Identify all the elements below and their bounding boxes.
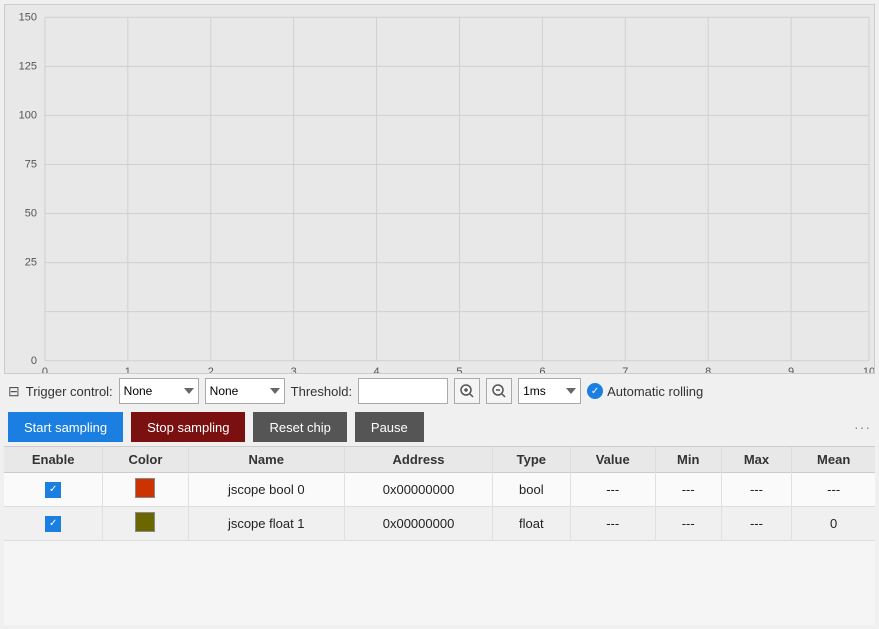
max-cell: --- bbox=[721, 473, 792, 507]
color-swatch bbox=[135, 512, 155, 532]
pause-button[interactable]: Pause bbox=[355, 412, 424, 442]
toolbar-trigger-row: ⊟ Trigger control: None None Threshold: bbox=[0, 374, 879, 408]
svg-text:50: 50 bbox=[25, 207, 37, 219]
type-cell: float bbox=[493, 507, 571, 541]
chart-area: 150 125 100 75 50 25 0 0 1 2 3 4 5 6 7 8… bbox=[4, 4, 875, 374]
svg-text:6: 6 bbox=[539, 366, 545, 373]
mean-cell: 0 bbox=[792, 507, 875, 541]
zoom-out-button[interactable] bbox=[486, 378, 512, 404]
color-cell bbox=[103, 473, 188, 507]
col-max: Max bbox=[721, 447, 792, 473]
col-mean: Mean bbox=[792, 447, 875, 473]
color-swatch bbox=[135, 478, 155, 498]
col-color: Color bbox=[103, 447, 188, 473]
table-row: ✓jscope float 10x00000000float---------0 bbox=[4, 507, 875, 541]
threshold-label: Threshold: bbox=[291, 384, 352, 399]
address-cell: 0x00000000 bbox=[345, 507, 493, 541]
col-type: Type bbox=[493, 447, 571, 473]
enable-cell[interactable]: ✓ bbox=[4, 507, 103, 541]
enable-cell[interactable]: ✓ bbox=[4, 473, 103, 507]
address-cell: 0x00000000 bbox=[345, 473, 493, 507]
time-interval-select[interactable]: 1ms 5ms 10ms 50ms 100ms bbox=[518, 378, 581, 404]
color-cell bbox=[103, 507, 188, 541]
value-cell: --- bbox=[570, 507, 655, 541]
svg-text:0: 0 bbox=[42, 366, 48, 373]
col-address: Address bbox=[345, 447, 493, 473]
auto-rolling-checkbox[interactable]: ✓ bbox=[587, 383, 603, 399]
threshold-input[interactable] bbox=[358, 378, 448, 404]
trigger-icon: ⊟ bbox=[8, 383, 20, 400]
svg-text:0: 0 bbox=[31, 355, 37, 367]
col-min: Min bbox=[655, 447, 721, 473]
reset-chip-button[interactable]: Reset chip bbox=[253, 412, 346, 442]
svg-text:10: 10 bbox=[863, 366, 874, 373]
toolbar-action-row: Start sampling Stop sampling Reset chip … bbox=[0, 408, 879, 446]
svg-text:1: 1 bbox=[125, 366, 131, 373]
svg-text:100: 100 bbox=[19, 109, 37, 121]
svg-text:9: 9 bbox=[788, 366, 794, 373]
name-cell: jscope float 1 bbox=[188, 507, 345, 541]
zoom-in-icon bbox=[460, 384, 474, 398]
svg-text:150: 150 bbox=[19, 11, 37, 23]
signal-table: Enable Color Name Address Type Value Min… bbox=[4, 447, 875, 541]
svg-text:8: 8 bbox=[705, 366, 711, 373]
stop-sampling-button[interactable]: Stop sampling bbox=[131, 412, 245, 442]
signal-table-container: Enable Color Name Address Type Value Min… bbox=[4, 446, 875, 625]
value-cell: --- bbox=[570, 473, 655, 507]
min-cell: --- bbox=[655, 473, 721, 507]
svg-text:75: 75 bbox=[25, 158, 37, 170]
min-cell: --- bbox=[655, 507, 721, 541]
row-checkbox[interactable]: ✓ bbox=[45, 516, 61, 532]
name-cell: jscope bool 0 bbox=[188, 473, 345, 507]
zoom-in-button[interactable] bbox=[454, 378, 480, 404]
max-cell: --- bbox=[721, 507, 792, 541]
table-header-row: Enable Color Name Address Type Value Min… bbox=[4, 447, 875, 473]
trigger-control-label: Trigger control: bbox=[26, 384, 113, 399]
type-cell: bool bbox=[493, 473, 571, 507]
zoom-out-icon bbox=[492, 384, 506, 398]
auto-rolling-container: ✓ Automatic rolling bbox=[587, 383, 703, 399]
svg-text:7: 7 bbox=[622, 366, 628, 373]
col-name: Name bbox=[188, 447, 345, 473]
table-row: ✓jscope bool 00x00000000bool------------ bbox=[4, 473, 875, 507]
col-value: Value bbox=[570, 447, 655, 473]
col-enable: Enable bbox=[4, 447, 103, 473]
chart-svg: 150 125 100 75 50 25 0 0 1 2 3 4 5 6 7 8… bbox=[5, 5, 874, 373]
svg-text:2: 2 bbox=[208, 366, 214, 373]
trigger-mode-select[interactable]: None bbox=[119, 378, 199, 404]
row-checkbox[interactable]: ✓ bbox=[45, 482, 61, 498]
mean-cell: --- bbox=[792, 473, 875, 507]
svg-text:125: 125 bbox=[19, 60, 37, 72]
more-options-dots[interactable]: ··· bbox=[854, 419, 871, 435]
svg-text:25: 25 bbox=[25, 257, 37, 269]
svg-text:4: 4 bbox=[374, 366, 380, 373]
start-sampling-button[interactable]: Start sampling bbox=[8, 412, 123, 442]
auto-rolling-label: Automatic rolling bbox=[607, 384, 703, 399]
trigger-edge-select[interactable]: None bbox=[205, 378, 285, 404]
svg-text:3: 3 bbox=[291, 366, 297, 373]
svg-text:5: 5 bbox=[456, 366, 462, 373]
